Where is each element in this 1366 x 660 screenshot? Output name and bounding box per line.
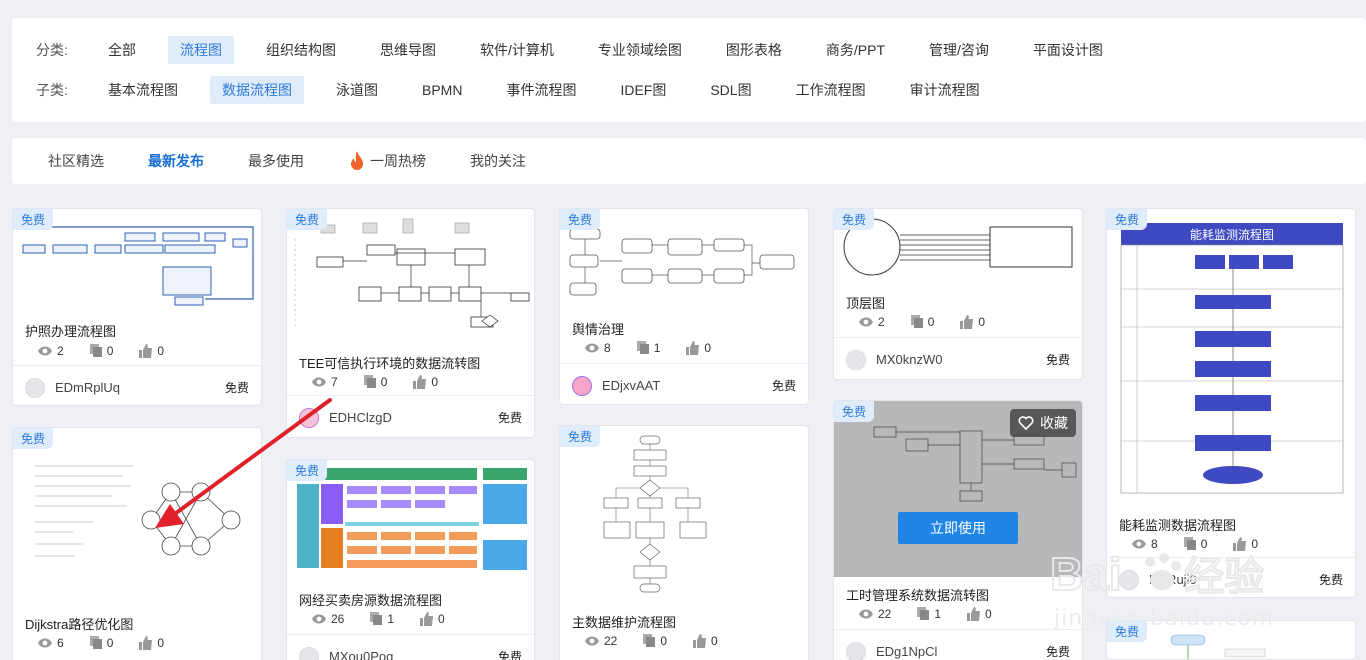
free-badge: 免费 bbox=[287, 209, 328, 230]
free-badge: 免费 bbox=[560, 426, 601, 447]
free-badge: 免费 bbox=[13, 209, 54, 230]
free-badge: 免费 bbox=[13, 428, 54, 449]
free-badge: 免费 bbox=[834, 401, 875, 422]
free-badge: 免费 bbox=[1107, 209, 1148, 230]
free-badge: 免费 bbox=[560, 209, 601, 230]
free-badge: 免费 bbox=[1107, 621, 1148, 642]
annotation-arrow bbox=[155, 398, 332, 528]
free-badge: 免费 bbox=[834, 209, 875, 230]
free-badge: 免费 bbox=[287, 460, 328, 481]
